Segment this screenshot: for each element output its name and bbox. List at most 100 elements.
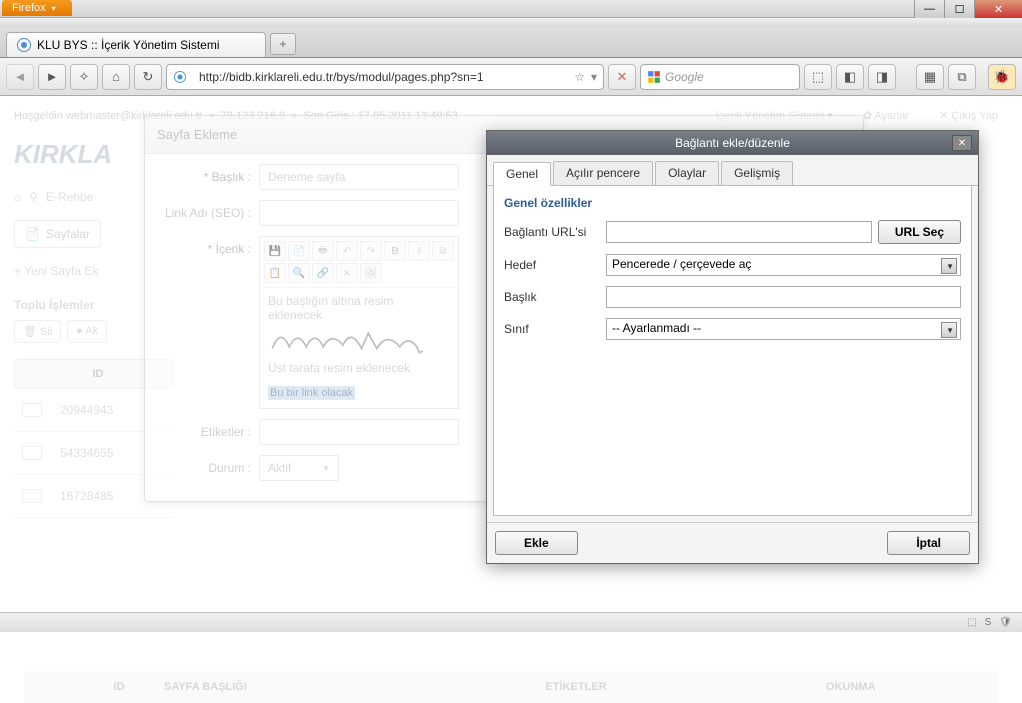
editor-find-icon[interactable]: 🔍 (288, 263, 310, 283)
chevron-down-icon: ▼ (946, 326, 954, 335)
status-bar: ⬚ S 🛡 (0, 612, 1022, 632)
class-label: Sınıf (504, 322, 600, 336)
nav-forward-button[interactable]: ► (38, 64, 66, 90)
editor-line-3: Bu bir link olacak (268, 386, 355, 400)
tags-input[interactable] (259, 419, 459, 445)
google-icon (647, 70, 661, 84)
window-close-button[interactable]: ✕ (974, 0, 1022, 18)
footer-reads: OKUNMA (713, 681, 988, 693)
tab-bar: KLU BYS :: İçerik Yönetim Sistemi + (0, 28, 1022, 58)
content-label: * İçerik : (208, 242, 251, 256)
status-icon-3[interactable]: 🛡 (999, 617, 1012, 628)
editor-paste-icon[interactable]: 📋 (264, 263, 286, 283)
target-select[interactable]: Pencerede / çerçevede aç ▼ (606, 254, 961, 276)
home-icon[interactable]: ⌂ (14, 190, 21, 204)
cancel-button[interactable]: İptal (887, 531, 970, 555)
url-favicon (174, 71, 186, 83)
row-checkbox[interactable] (22, 403, 42, 417)
row-checkbox[interactable] (22, 489, 42, 503)
rich-editor[interactable]: 💾 📄 🖶 ↶ ↷ B I ⧉ 📋 🔍 🔗 ⨯ 🖼 Bu başlığın al… (259, 236, 459, 409)
new-tab-button[interactable]: + (270, 33, 296, 55)
col-id: ID (53, 368, 143, 380)
link-dialog: Bağlantı ekle/düzenle ✕ Genel Açılır pen… (486, 130, 979, 564)
url-bar[interactable]: http://bidb.kirklareli.edu.tr/bys/modul/… (166, 64, 604, 90)
editor-save-icon[interactable]: 💾 (264, 241, 286, 261)
firefox-menu-bar: Firefox (0, 18, 1022, 28)
nav-reload-button[interactable]: ↻ (134, 64, 162, 90)
nav-back-button[interactable]: ◄ (6, 64, 34, 90)
delete-button[interactable]: 🗑 Sil (14, 320, 61, 343)
editor-print-icon[interactable]: 🖶 (312, 241, 334, 261)
site-favicon (17, 38, 31, 52)
title-label: * Başlık : (204, 170, 251, 184)
tags-label: Etiketler : (201, 425, 251, 439)
add-button[interactable]: Ekle (495, 531, 578, 555)
class-select[interactable]: -- Ayarlanmadı -- ▼ (606, 318, 961, 340)
logout-link[interactable]: ✕ Çıkış Yap (929, 106, 1008, 125)
activate-button[interactable]: ● Ak (67, 320, 107, 343)
editor-link-icon[interactable]: 🔗 (312, 263, 334, 283)
link-label: Link Adı (SEO) : (165, 206, 251, 220)
url-text: http://bidb.kirklareli.edu.tr/bys/modul/… (199, 70, 568, 84)
editor-toolbar: 💾 📄 🖶 ↶ ↷ B I ⧉ 📋 🔍 🔗 ⨯ 🖼 (260, 237, 458, 288)
editor-italic-icon[interactable]: I (408, 241, 430, 261)
url-bar-actions: ☆ ▾ (574, 70, 597, 84)
footer-id: ID (74, 681, 164, 693)
toolbar-extension-3[interactable]: ◨ (868, 64, 896, 90)
nav-bar: ◄ ► ✧ ⌂ ↻ http://bidb.kirklareli.edu.tr/… (0, 58, 1022, 96)
table-footer: ID SAYFA BAŞLIĞI ETİKETLER OKUNMA (24, 671, 998, 703)
search-bar[interactable]: Google (640, 64, 800, 90)
link-dialog-title: Bağlantı ekle/düzenle (675, 136, 790, 150)
tab-popup[interactable]: Açılır pencere (553, 161, 653, 185)
tab-events[interactable]: Olaylar (655, 161, 719, 185)
link-dialog-body: Genel özellikler Bağlantı URL'si URL Seç… (493, 186, 972, 516)
tab-general[interactable]: Genel (493, 162, 551, 186)
editor-bold-icon[interactable]: B (384, 241, 406, 261)
search-placeholder: Google (665, 70, 704, 84)
toolbar-extension-4[interactable]: ▦ (916, 64, 944, 90)
guide-icon[interactable]: ⚲ (29, 190, 38, 204)
editor-content[interactable]: Bu başlığın altına resim eklenecek Üst t… (260, 288, 458, 408)
chevron-down-icon: ▼ (946, 262, 954, 271)
nav-home-button[interactable]: ⌂ (102, 64, 130, 90)
link-dialog-close-button[interactable]: ✕ (952, 135, 972, 151)
toolbar-extension-2[interactable]: ◧ (836, 64, 864, 90)
title-input[interactable] (259, 164, 459, 190)
tab-advanced[interactable]: Gelişmiş (721, 161, 793, 185)
editor-copy-icon[interactable]: ⧉ (432, 241, 454, 261)
seo-input[interactable] (259, 200, 459, 226)
editor-image-icon[interactable]: 🖼 (360, 263, 382, 283)
star-icon[interactable]: ☆ (574, 70, 585, 84)
status-icon-1[interactable]: ⬚ (967, 617, 976, 628)
firefox-menu-button[interactable]: Firefox (2, 0, 72, 16)
tab-title: KLU BYS :: İçerik Yönetim Sistemi (37, 38, 220, 52)
row-checkbox[interactable] (22, 446, 42, 460)
editor-unlink-icon[interactable]: ⨯ (336, 263, 358, 283)
url-select-button[interactable]: URL Seç (878, 220, 961, 244)
target-label: Hedef (504, 258, 600, 272)
status-select[interactable]: Aktif▼ (259, 455, 339, 481)
guide-link[interactable]: E-Rehbe (46, 190, 93, 204)
link-dialog-titlebar[interactable]: Bağlantı ekle/düzenle ✕ (487, 131, 978, 155)
toolbar-extension-5[interactable]: ⧉ (948, 64, 976, 90)
url-input[interactable] (606, 221, 872, 243)
window-titlebar: — ☐ ✕ (0, 0, 1022, 18)
firebug-icon[interactable]: 🐞 (988, 64, 1016, 90)
footer-tags: ETİKETLER (439, 681, 714, 693)
editor-redo-icon[interactable]: ↷ (360, 241, 382, 261)
status-icon-2[interactable]: S (985, 617, 992, 628)
nav-stop-button[interactable]: ✕ (608, 64, 636, 90)
editor-newdoc-icon[interactable]: 📄 (288, 241, 310, 261)
panel-title: Sayfa Ekleme (157, 127, 237, 142)
dropdown-icon[interactable]: ▾ (591, 70, 597, 84)
pages-icon: 📄 (25, 227, 40, 241)
toolbar-extension-1[interactable]: ⬚ (804, 64, 832, 90)
nav-bookmark-button[interactable]: ✧ (70, 64, 98, 90)
window-minimize-button[interactable]: — (914, 0, 944, 18)
editor-undo-icon[interactable]: ↶ (336, 241, 358, 261)
window-maximize-button[interactable]: ☐ (944, 0, 974, 18)
pages-tab[interactable]: 📄 Sayfalar (14, 220, 101, 248)
browser-tab[interactable]: KLU BYS :: İçerik Yönetim Sistemi (6, 32, 266, 57)
link-title-input[interactable] (606, 286, 961, 308)
link-dialog-footer: Ekle İptal (487, 522, 978, 563)
